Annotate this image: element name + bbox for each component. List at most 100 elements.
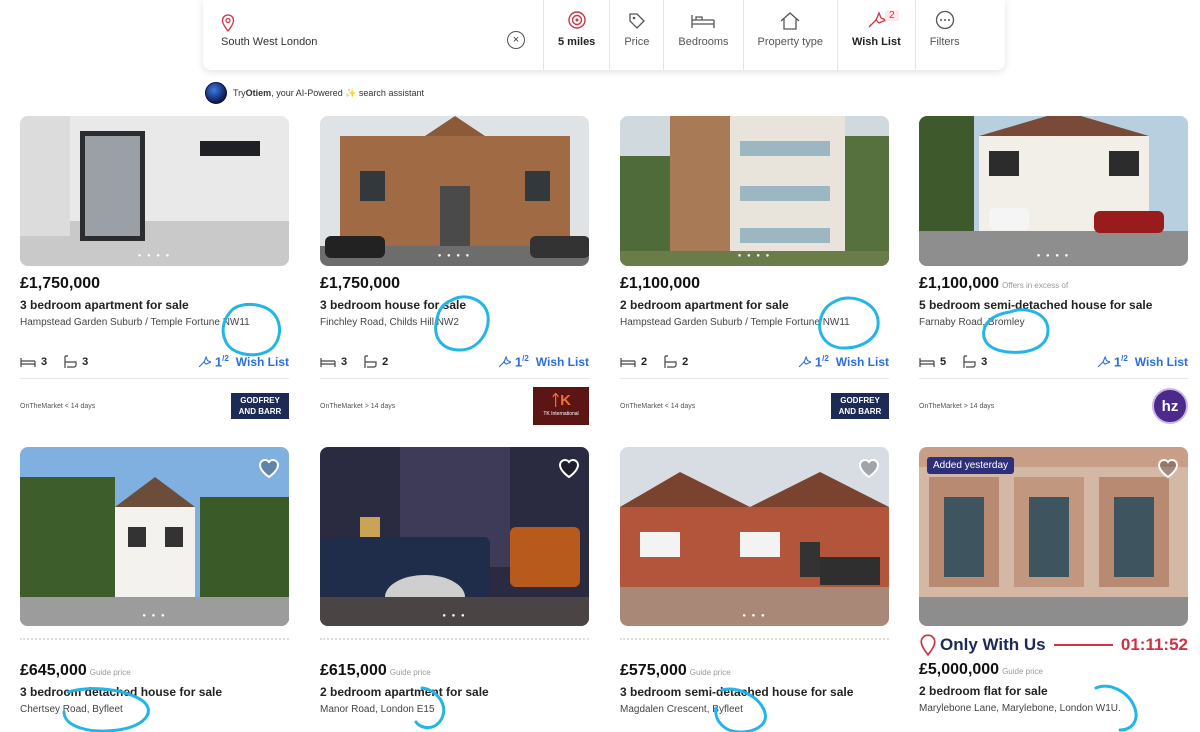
heart-icon <box>858 459 880 479</box>
listing-photo[interactable]: ● ● ● ● <box>320 116 589 266</box>
assistant-name: Otiem <box>245 88 272 98</box>
assistant-orb-icon <box>205 82 227 104</box>
filter-more[interactable]: Filters <box>914 0 974 70</box>
agent-name: GODFREY AND BARR <box>238 396 282 417</box>
listing-card[interactable]: ● ● ● £645,000 Guide price 3 bedroom deta… <box>20 447 289 715</box>
listing-type[interactable]: 2 bedroom apartment for sale <box>320 685 589 699</box>
agent-logo[interactable]: hz <box>1152 388 1188 425</box>
location-value[interactable]: South West London <box>221 36 317 48</box>
price-value: £1,750,000 <box>20 275 101 292</box>
bath-icon <box>963 355 976 368</box>
ai-assistant-banner[interactable]: Try Otiem , your AI-Powered ✨ search ass… <box>205 82 424 104</box>
wishlist-button[interactable]: 1/2 Wish List <box>797 354 889 369</box>
photo-carousel-dots[interactable]: ● ● ● <box>620 613 889 619</box>
listing-price: £1,100,000 Offers in excess of <box>919 275 1188 293</box>
listing-address: Magdalen Crescent, Byfleet <box>620 704 743 715</box>
save-heart-button[interactable] <box>857 457 881 484</box>
wishlist-button[interactable]: 1/2 Wish List <box>197 354 289 369</box>
listing-type[interactable]: 3 bedroom apartment for sale <box>20 298 289 312</box>
save-heart-button[interactable] <box>257 457 281 484</box>
location-field[interactable]: South West London × <box>203 0 543 70</box>
wishlist-fraction: 1/2 <box>214 354 229 370</box>
bed-icon <box>691 15 716 28</box>
photo-carousel-dots[interactable]: ● ● ● ● <box>919 253 1188 259</box>
filter-bedrooms[interactable]: Bedrooms <box>663 0 742 70</box>
listing-type[interactable]: 5 bedroom semi-detached house for sale <box>919 298 1188 312</box>
photo-carousel-dots[interactable]: ● ● ● ● <box>320 253 589 259</box>
listing-address: Hampstead Garden Suburb / Temple Fortune… <box>20 317 250 328</box>
bath-icon <box>64 355 77 368</box>
listing-photo[interactable]: ● ● ● <box>320 447 589 626</box>
agent-name: hz <box>1161 397 1179 415</box>
wishlist-button[interactable]: 1/2 Wish List <box>497 354 589 369</box>
heart-icon <box>558 459 580 479</box>
filter-price[interactable]: Price <box>609 0 663 70</box>
bedrooms-count: 2 <box>620 356 647 368</box>
listing-type[interactable]: 3 bedroom house for sale <box>320 298 589 312</box>
listing-card[interactable]: ● ● ● ● £1,750,000 3 bedroom house for s… <box>320 116 589 426</box>
listing-photo[interactable]: ● ● ● ● <box>20 116 289 266</box>
listing-price: £5,000,000 Guide price <box>919 661 1188 679</box>
price-value: £575,000 <box>620 662 687 679</box>
wishlist-button[interactable]: 1/2 Wish List <box>1096 354 1188 369</box>
photo-carousel-dots[interactable]: ● ● ● <box>20 613 289 619</box>
bathrooms-value: 2 <box>682 355 689 368</box>
bathrooms-count: 3 <box>63 355 88 369</box>
listing-type[interactable]: 3 bedroom detached house for sale <box>20 685 289 699</box>
listing-card[interactable]: ● ● ● £575,000 Guide price 3 bedroom semi… <box>620 447 889 715</box>
photo-carousel-dots[interactable]: ● ● ● <box>320 613 589 619</box>
wishlist-count: 1 <box>1113 354 1122 370</box>
bathrooms-value: 3 <box>82 355 89 368</box>
photo-carousel-dots[interactable]: ● ● ● ● <box>20 253 289 259</box>
agent-logo[interactable]: ᛏK TK International <box>533 387 589 426</box>
filter-radius-label: 5 miles <box>558 36 596 48</box>
listing-card[interactable]: ● ● ● ● £1,750,000 3 bedroom apartment f… <box>20 116 289 425</box>
agent-logo[interactable]: GODFREY AND BARR <box>231 393 289 420</box>
filter-property-type[interactable]: Property type <box>742 0 837 70</box>
bathrooms-value: 2 <box>382 355 389 368</box>
listing-photo[interactable]: ● ● ● <box>20 447 289 626</box>
price-value: £5,000,000 <box>919 661 1000 678</box>
filter-wishlist[interactable]: 2 Wish List <box>836 0 915 70</box>
agent-logo[interactable]: GODFREY AND BARR <box>831 393 889 420</box>
bed-icon <box>20 357 36 367</box>
listing-type[interactable]: 2 bedroom flat for sale <box>919 684 1188 698</box>
filter-radius[interactable]: 5 miles <box>543 0 609 70</box>
listing-card[interactable]: Added yesterday Only With Us 01:11:52 £5… <box>919 447 1188 714</box>
listing-photo[interactable]: ● ● ● ● <box>620 116 889 266</box>
listing-card[interactable]: ● ● ● £615,000 Guide price 2 bedroom apar… <box>320 447 589 715</box>
wishlist-icon <box>1097 355 1110 367</box>
listing-type[interactable]: 2 bedroom apartment for sale <box>620 298 889 312</box>
wishlist-count-badge: 2 <box>885 10 899 21</box>
bedrooms-value: 3 <box>41 355 48 368</box>
listing-footer: OnTheMarket < 14 days GODFREY AND BARR <box>20 387 289 425</box>
listing-card[interactable]: ● ● ● ● £1,100,000 Offers in excess of 5 … <box>919 116 1188 425</box>
price-qualifier: Guide price <box>1002 667 1043 676</box>
dotted-divider <box>620 638 889 640</box>
bathrooms-count: 2 <box>663 355 688 369</box>
photo-carousel-dots[interactable]: ● ● ● ● <box>620 253 889 259</box>
divider <box>620 378 889 380</box>
clear-location-button[interactable]: × <box>507 31 525 49</box>
save-heart-button[interactable] <box>557 457 581 484</box>
bath-icon <box>364 355 377 368</box>
assistant-prefix: Try <box>233 88 246 98</box>
wishlist-label: Wish List <box>1134 354 1188 369</box>
listing-type[interactable]: 3 bedroom semi-detached house for sale <box>620 685 889 699</box>
listing-source: OnTheMarket < 14 days <box>20 402 96 410</box>
filter-wishlist-label: Wish List <box>851 36 901 48</box>
listing-photo[interactable]: ● ● ● ● <box>919 116 1188 266</box>
dotted-divider <box>20 638 289 640</box>
countdown-timer: 01:11:52 <box>1120 635 1188 654</box>
filter-price-label: Price <box>624 36 650 48</box>
listing-photo[interactable]: ● ● ● <box>620 447 889 626</box>
bedrooms-value: 5 <box>940 355 947 368</box>
listing-card[interactable]: ● ● ● ● £1,100,000 2 bedroom apartment f… <box>620 116 889 425</box>
assistant-suffix: , your AI-Powered ✨ search assistant <box>271 87 424 98</box>
listing-source: OnTheMarket < 14 days <box>620 402 696 410</box>
listing-footer: OnTheMarket > 14 days hz <box>919 387 1188 425</box>
save-heart-button[interactable] <box>1156 457 1180 484</box>
listing-features: 2 2 1/2 Wish List <box>620 354 889 369</box>
wishlist-icon <box>868 11 887 28</box>
listing-photo[interactable]: Added yesterday <box>919 447 1188 626</box>
